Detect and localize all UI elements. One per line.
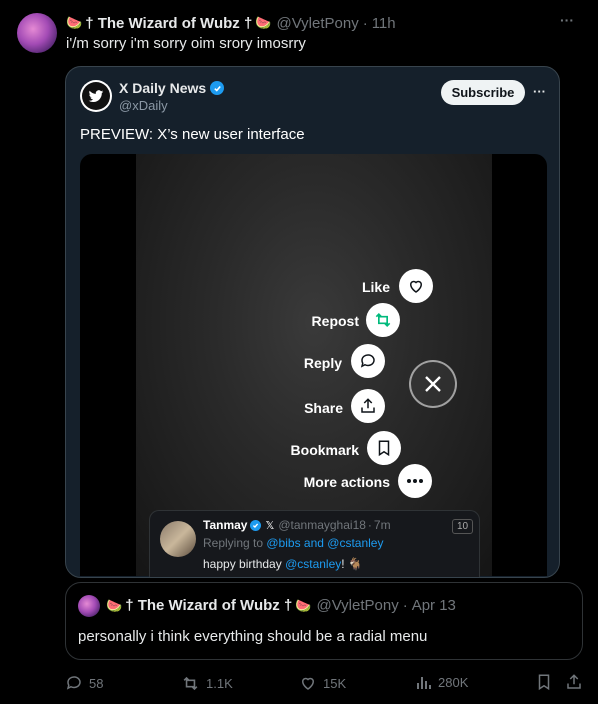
like-action[interactable]: 15K xyxy=(299,674,346,692)
share-icon[interactable] xyxy=(351,389,385,423)
post-text: i'/m sorry i'm sorry oim srory imosrry xyxy=(66,35,306,52)
like-count: 15K xyxy=(323,675,347,691)
watermelon-emoji: 🍉 xyxy=(295,597,312,613)
bookmark-icon xyxy=(538,674,550,691)
repost-icon xyxy=(183,676,198,691)
more-icon[interactable] xyxy=(398,464,432,498)
author-handle[interactable]: @VyletPony xyxy=(276,15,358,32)
heart-icon xyxy=(301,677,315,690)
inner-mention[interactable]: @cstanley xyxy=(285,557,341,571)
watermelon-emoji: 🍉 xyxy=(255,15,272,30)
subscribe-button[interactable]: Subscribe xyxy=(441,80,525,105)
inner-handle[interactable]: @tanmayghai18 xyxy=(278,518,366,532)
xdaily-name[interactable]: X Daily News xyxy=(119,80,206,96)
menu-label-share: Share xyxy=(304,400,343,416)
inner-avatar[interactable] xyxy=(160,521,196,557)
inner-text-suffix: ! 🐐 xyxy=(341,557,363,571)
inner-header: Tanmay 𝕏 @tanmayghai18 · 7m xyxy=(203,518,391,532)
author-avatar[interactable] xyxy=(17,13,57,53)
close-icon xyxy=(425,376,441,392)
views-action[interactable]: 280K xyxy=(416,674,468,690)
reply-icon[interactable] xyxy=(351,344,385,378)
menu-label-bookmark: Bookmark xyxy=(290,442,359,458)
watermelon-emoji: 🍉 xyxy=(106,597,123,613)
post-more-button[interactable]: ··· xyxy=(560,12,574,28)
view-count: 280K xyxy=(438,674,469,690)
reply-count: 58 xyxy=(89,675,104,691)
reply-icon xyxy=(66,676,81,690)
xdaily-handle[interactable]: @xDaily xyxy=(119,98,168,113)
close-menu-button[interactable] xyxy=(409,360,457,408)
menu-label-like: Like xyxy=(361,279,390,295)
menu-label-reply: Reply xyxy=(303,355,342,371)
separator-dot: · xyxy=(402,597,408,614)
embed-more-button[interactable]: ··· xyxy=(533,84,546,99)
repost-action[interactable]: 1.1K xyxy=(181,674,233,693)
quote-date[interactable]: Apr 13 xyxy=(412,597,456,614)
quote-author-name[interactable]: † The Wizard of Wubz † xyxy=(125,597,292,614)
quoted-post-card[interactable] xyxy=(65,582,583,660)
post-time[interactable]: 11h xyxy=(372,15,396,32)
bookmark-icon[interactable] xyxy=(367,431,401,465)
quote-handle[interactable]: @VyletPony xyxy=(316,597,398,614)
repost-count: 1.1K xyxy=(206,676,233,691)
verified-badge-icon xyxy=(210,81,225,95)
share-button[interactable] xyxy=(565,673,583,696)
verified-badge-icon xyxy=(250,519,262,531)
quote-header: 🍉 † The Wizard of Wubz † 🍉 @VyletPony · … xyxy=(106,597,456,614)
watermelon-emoji: 🍉 xyxy=(66,15,83,30)
menu-label-repost: Repost xyxy=(311,313,359,329)
inner-badge: 10 xyxy=(452,519,474,534)
inner-text-prefix: happy birthday xyxy=(203,557,286,571)
replying-to: Replying to @bibs and @cstanley xyxy=(203,536,383,550)
embed-title: PREVIEW: X’s new user interface xyxy=(80,126,305,143)
repost-icon[interactable] xyxy=(366,303,400,337)
views-icon xyxy=(417,677,431,689)
quote-text: personally i think everything should be … xyxy=(78,628,428,645)
inner-time[interactable]: 7m xyxy=(374,518,391,532)
post-header: 🍉 † The Wizard of Wubz † 🍉 @VyletPony · … xyxy=(66,13,396,33)
replying-prefix: Replying to xyxy=(203,536,267,550)
twitter-bird-icon xyxy=(82,82,110,110)
quote-author-avatar[interactable] xyxy=(78,595,100,617)
menu-label-more-actions: More actions xyxy=(303,474,390,490)
heart-icon[interactable] xyxy=(399,269,433,303)
x-logo-icon: 𝕏 xyxy=(265,519,275,532)
separator-dot: · xyxy=(362,14,368,32)
separator-dot: · xyxy=(367,518,372,532)
bookmark-button[interactable] xyxy=(536,673,552,696)
share-icon xyxy=(567,674,581,689)
inner-text: happy birthday @cstanley! 🐐 xyxy=(203,557,363,571)
author-name[interactable]: † The Wizard of Wubz † xyxy=(85,15,252,32)
xdaily-name-row: X Daily News xyxy=(119,80,225,96)
xdaily-avatar[interactable] xyxy=(80,80,112,112)
inner-name[interactable]: Tanmay xyxy=(203,518,247,532)
reply-action[interactable]: 58 xyxy=(65,674,103,692)
replying-users[interactable]: @bibs and @cstanley xyxy=(266,536,383,550)
